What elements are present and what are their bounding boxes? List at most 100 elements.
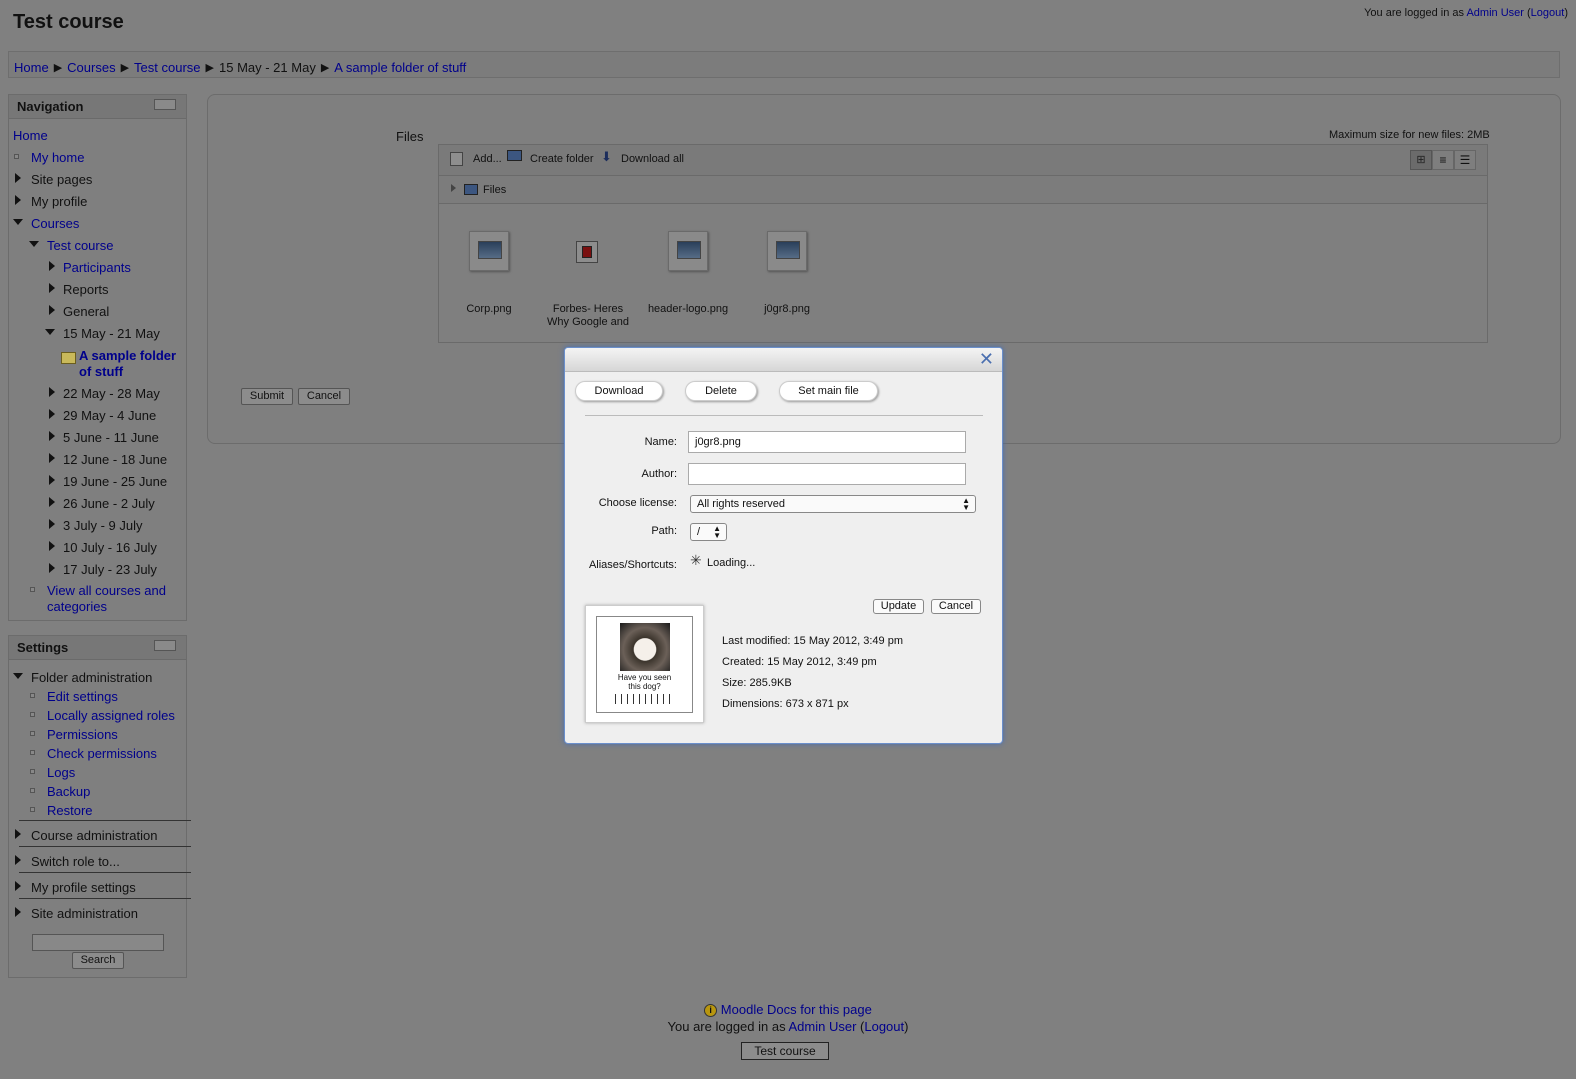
nav-view-all-line1[interactable]: View all courses and (47, 583, 166, 598)
breadcrumb-courses[interactable]: Courses (67, 60, 115, 75)
nav-folder-line2[interactable]: of stuff (79, 364, 123, 379)
dialog-cancel-button[interactable]: Cancel (931, 599, 981, 614)
expand-arrow-icon[interactable] (49, 261, 55, 271)
expand-arrow-icon[interactable] (49, 475, 55, 485)
tree-view-icon[interactable]: ☰ (1454, 150, 1476, 170)
download-arrow-icon[interactable]: ⬇ (601, 149, 612, 165)
close-icon[interactable]: ✕ (979, 349, 994, 369)
path-select[interactable]: / ▲ ▼ (690, 523, 727, 541)
settings-site-admin[interactable]: Site administration (31, 906, 138, 921)
expand-arrow-icon[interactable] (49, 497, 55, 507)
download-button[interactable]: Download (575, 381, 663, 401)
create-folder-icon[interactable] (507, 150, 522, 161)
expand-arrow-icon[interactable] (49, 541, 55, 551)
settings-item[interactable]: Check permissions (47, 746, 157, 761)
expand-arrow-icon[interactable] (15, 881, 21, 891)
file-name[interactable]: header-logo.png (638, 303, 738, 316)
expand-arrow-icon[interactable] (15, 173, 21, 183)
collapse-arrow-icon[interactable] (13, 219, 23, 225)
nav-week-item[interactable]: 19 June - 25 June (63, 474, 167, 489)
cancel-button[interactable]: Cancel (298, 388, 350, 405)
delete-button[interactable]: Delete (685, 381, 757, 401)
nav-week-item[interactable]: 29 May - 4 June (63, 408, 156, 423)
expand-arrow-icon[interactable] (49, 519, 55, 529)
submit-button[interactable]: Submit (241, 388, 293, 405)
settings-item[interactable]: Backup (47, 784, 90, 799)
author-input[interactable] (688, 463, 966, 485)
block-dock-icon[interactable] (154, 99, 176, 110)
nav-reports[interactable]: Reports (63, 282, 109, 297)
settings-folder-admin[interactable]: Folder administration (31, 670, 152, 685)
expand-arrow-icon[interactable] (49, 305, 55, 315)
nav-general[interactable]: General (63, 304, 109, 319)
expand-arrow-icon[interactable] (49, 283, 55, 293)
course-button[interactable]: Test course (741, 1042, 829, 1060)
settings-course-admin[interactable]: Course administration (31, 828, 157, 843)
nav-courses[interactable]: Courses (31, 216, 79, 231)
add-file-icon[interactable] (450, 152, 463, 166)
settings-search-input[interactable] (32, 934, 164, 951)
file-name[interactable]: Forbes- Heres Why Google and (538, 303, 638, 329)
create-folder-button[interactable]: Create folder (530, 153, 594, 165)
settings-item[interactable]: Logs (47, 765, 75, 780)
nav-test-course[interactable]: Test course (47, 238, 113, 253)
expand-arrow-icon[interactable] (15, 855, 21, 865)
nav-site-pages[interactable]: Site pages (31, 172, 92, 187)
nav-week-item[interactable]: 12 June - 18 June (63, 452, 167, 467)
settings-profile-settings[interactable]: My profile settings (31, 880, 136, 895)
expand-arrow-icon[interactable] (49, 453, 55, 463)
breadcrumb-test-course[interactable]: Test course (134, 60, 200, 75)
path-files-link[interactable]: Files (483, 184, 506, 196)
set-main-file-button[interactable]: Set main file (779, 381, 878, 401)
add-button[interactable]: Add... (473, 153, 502, 165)
settings-item[interactable]: Locally assigned roles (47, 708, 175, 723)
breadcrumb-home[interactable]: Home (14, 60, 49, 75)
settings-item[interactable]: Restore (47, 803, 93, 818)
download-all-button[interactable]: Download all (621, 153, 684, 165)
expand-arrow-icon[interactable] (49, 387, 55, 397)
update-button[interactable]: Update (873, 599, 924, 614)
nav-view-all-line2[interactable]: categories (47, 599, 107, 614)
collapse-arrow-icon[interactable] (45, 329, 55, 335)
pdf-file-icon[interactable] (576, 241, 598, 263)
nav-week-item[interactable]: 17 July - 23 July (63, 562, 157, 577)
footer-logout-link[interactable]: Logout (864, 1019, 904, 1034)
nav-my-home[interactable]: My home (31, 150, 84, 165)
list-view-icon[interactable]: ≡ (1432, 150, 1454, 170)
nav-week-item[interactable]: 3 July - 9 July (63, 518, 142, 533)
collapse-arrow-icon[interactable] (29, 241, 39, 247)
nav-current-week[interactable]: 15 May - 21 May (63, 326, 160, 341)
image-file-icon[interactable] (469, 231, 509, 271)
nav-week-item[interactable]: 5 June - 11 June (63, 430, 159, 445)
nav-week-item[interactable]: 10 July - 16 July (63, 540, 157, 555)
file-name[interactable]: j0gr8.png (737, 303, 837, 316)
breadcrumb-folder[interactable]: A sample folder of stuff (334, 60, 466, 75)
image-file-icon[interactable] (668, 231, 708, 271)
block-dock-icon[interactable] (154, 640, 176, 651)
name-input[interactable]: j0gr8.png (688, 431, 966, 453)
footer-user-link[interactable]: Admin User (788, 1019, 856, 1034)
expand-arrow-icon[interactable] (15, 195, 21, 205)
expand-arrow-icon[interactable] (49, 409, 55, 419)
nav-participants[interactable]: Participants (63, 260, 131, 275)
icon-view-icon[interactable]: ⊞ (1410, 150, 1432, 170)
nav-week-item[interactable]: 22 May - 28 May (63, 386, 160, 401)
settings-switch-role[interactable]: Switch role to... (31, 854, 120, 869)
moodle-docs-link[interactable]: Moodle Docs for this page (721, 1002, 872, 1017)
license-select[interactable]: All rights reserved ▲ ▼ (690, 495, 976, 513)
expand-arrow-icon[interactable] (15, 907, 21, 917)
image-file-icon[interactable] (767, 231, 807, 271)
settings-item[interactable]: Permissions (47, 727, 118, 742)
settings-item[interactable]: Edit settings (47, 689, 118, 704)
nav-my-profile[interactable]: My profile (31, 194, 87, 209)
expand-arrow-icon[interactable] (15, 829, 21, 839)
logout-link[interactable]: Logout (1531, 7, 1565, 19)
nav-week-item[interactable]: 26 June - 2 July (63, 496, 155, 511)
nav-home[interactable]: Home (13, 128, 48, 143)
collapse-arrow-icon[interactable] (13, 673, 23, 679)
nav-folder-line1[interactable]: A sample folder (79, 348, 176, 363)
user-link[interactable]: Admin User (1466, 7, 1523, 19)
settings-search-button[interactable]: Search (72, 952, 124, 969)
file-name[interactable]: Corp.png (439, 303, 539, 316)
expand-arrow-icon[interactable] (49, 431, 55, 441)
